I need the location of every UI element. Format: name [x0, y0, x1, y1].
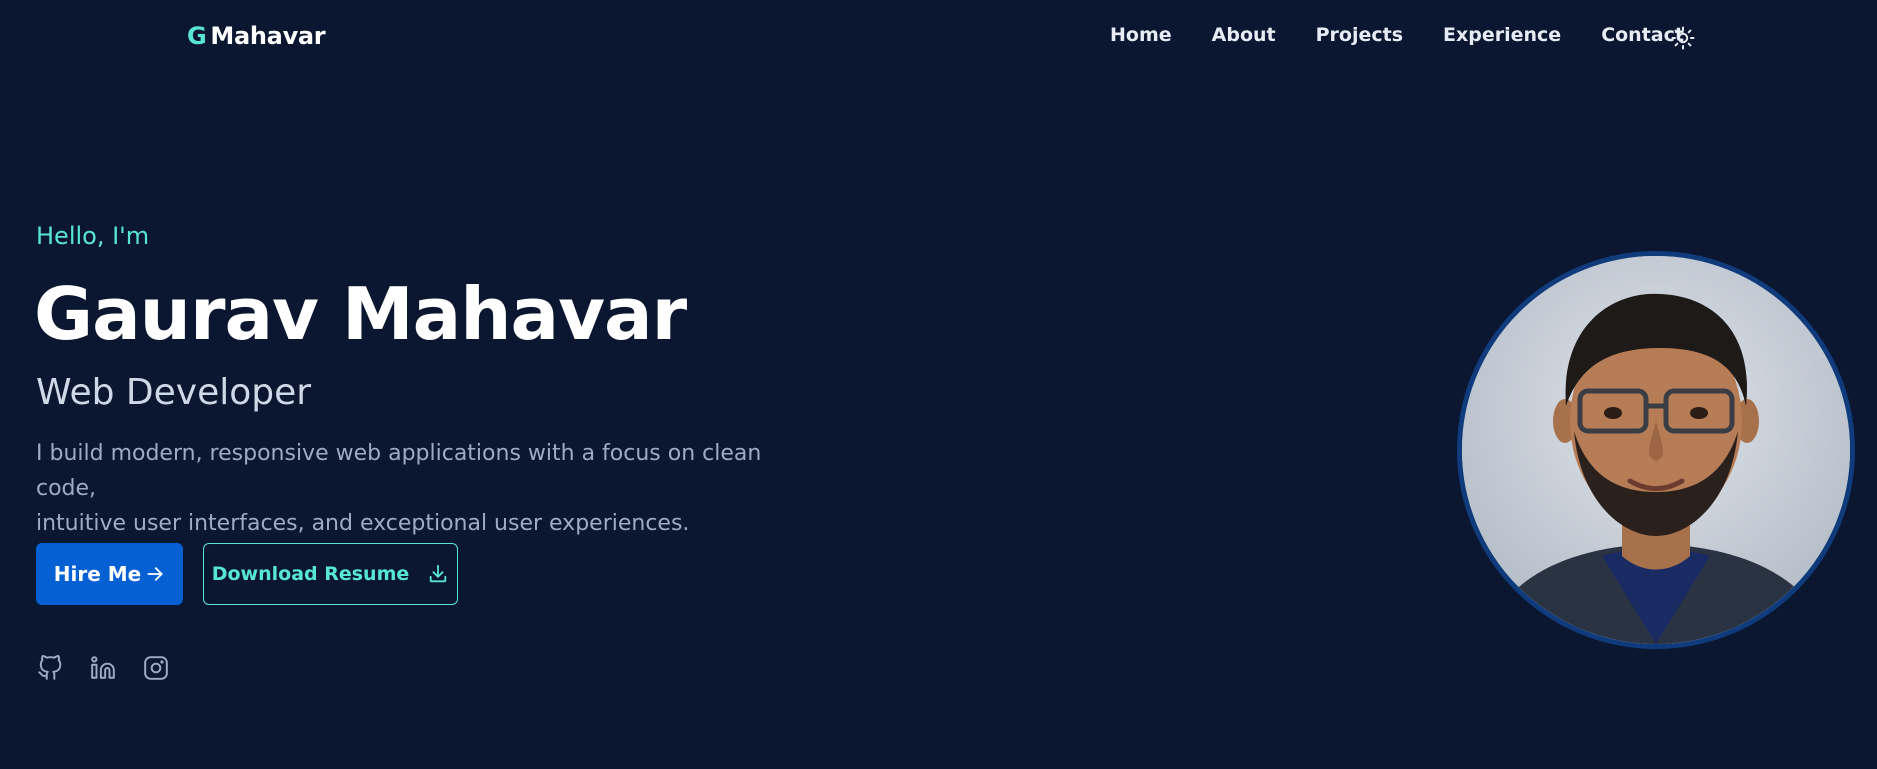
nav-links: Home About Projects Experience Contact — [1110, 24, 1724, 46]
hero-description: I build modern, responsive web applicati… — [36, 436, 796, 541]
download-resume-button[interactable]: Download Resume — [203, 543, 458, 605]
logo-mark: G — [187, 22, 207, 50]
profile-photo — [1457, 251, 1855, 649]
social-links — [36, 654, 170, 682]
hero-description-line-1: I build modern, responsive web applicati… — [36, 441, 762, 501]
hire-me-label: Hire Me — [53, 562, 142, 586]
hero-name: Gaurav Mahavar — [34, 272, 687, 356]
profile-photo-illustration — [1462, 256, 1850, 644]
theme-toggle-button[interactable] — [1669, 24, 1697, 52]
nav-home[interactable]: Home — [1110, 24, 1172, 46]
nav-experience[interactable]: Experience — [1443, 24, 1561, 46]
hero-role: Web Developer — [36, 372, 312, 413]
nav-projects[interactable]: Projects — [1316, 24, 1403, 46]
download-resume-label: Download Resume — [211, 563, 410, 585]
navbar: G Mahavar Home About Projects Experience… — [0, 0, 1877, 75]
logo-text: Mahavar — [210, 22, 326, 50]
instagram-icon — [144, 656, 168, 680]
hero-description-line-2: intuitive user interfaces, and exception… — [36, 511, 690, 536]
linkedin-link[interactable] — [89, 654, 117, 682]
nav-about[interactable]: About — [1212, 24, 1276, 46]
github-icon — [38, 655, 62, 680]
download-icon — [427, 563, 449, 585]
linkedin-icon — [91, 656, 115, 679]
logo[interactable]: G Mahavar — [187, 22, 326, 50]
instagram-link[interactable] — [142, 654, 170, 682]
hero-greeting: Hello, I'm — [36, 222, 150, 250]
sun-icon — [1671, 26, 1695, 50]
hire-me-button[interactable]: Hire Me — [36, 543, 183, 605]
github-link[interactable] — [36, 654, 64, 682]
arrow-right-icon — [145, 564, 165, 584]
